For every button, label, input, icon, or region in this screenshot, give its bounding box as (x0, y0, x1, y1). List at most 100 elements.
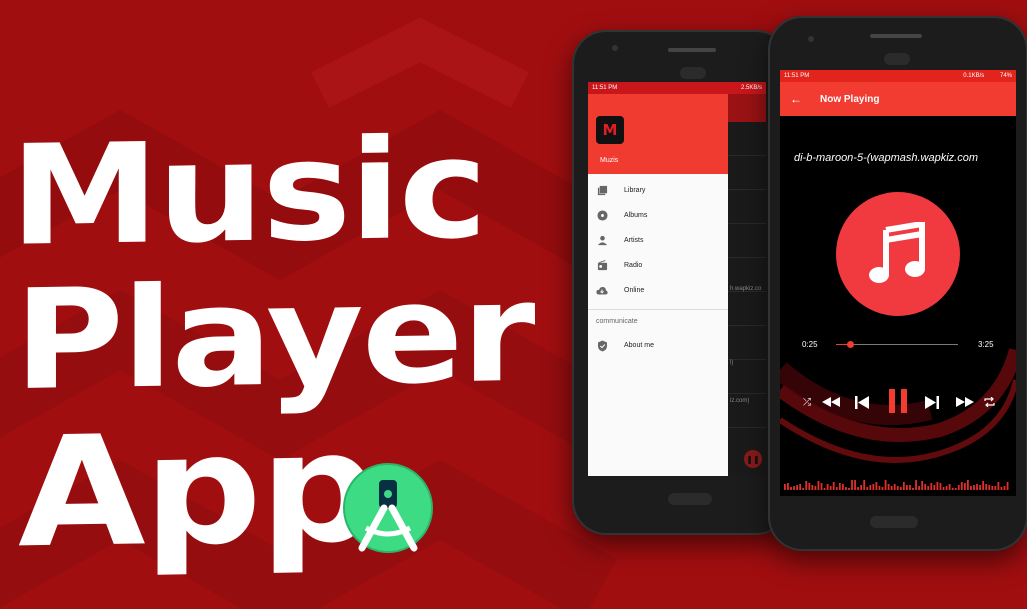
visualizer-bar (985, 484, 988, 490)
visualizer-bar (820, 483, 823, 490)
visualizer-bar (829, 486, 832, 490)
visualizer-bar (823, 488, 826, 490)
rewind-icon[interactable] (820, 393, 842, 411)
navigation-drawer: M Muzis Library Albums Artists Radio Onl… (588, 94, 728, 476)
visualizer-bar (963, 483, 966, 490)
song-title: di-b-maroon-5-(wapmash.wapkiz.com (794, 152, 979, 164)
status-time: 11:51 PM (784, 73, 810, 79)
back-arrow-icon[interactable]: ← (790, 92, 804, 106)
shuffle-icon[interactable]: ⤮ (800, 395, 814, 409)
title-word-app: App (18, 398, 376, 582)
visualizer-bar (793, 486, 795, 490)
visualizer-bar (875, 482, 878, 490)
visualizer-bar (841, 484, 844, 490)
visualizer-bar (994, 486, 997, 490)
drawer-item-label: Library (624, 187, 646, 194)
visualizer-bar (936, 482, 939, 490)
drawer-item-about[interactable]: About me (588, 333, 728, 358)
status-bar: 11:51 PM 2.5KB/s (588, 82, 766, 94)
library-music-icon (596, 185, 608, 197)
visualizer-bar (982, 481, 985, 490)
visualizer-bar (973, 485, 975, 490)
visualizer-bar (826, 484, 829, 490)
now-playing-toolbar: ← Now Playing (780, 82, 1016, 116)
behind-song-text: l) (730, 360, 734, 366)
visualizer-bar (967, 480, 969, 490)
status-time: 11:51 PM (592, 85, 618, 91)
repeat-icon[interactable] (982, 395, 996, 409)
radio-icon (596, 260, 608, 272)
skip-previous-icon[interactable] (852, 393, 872, 411)
total-duration: 3:25 (978, 340, 994, 349)
visualizer-bar (988, 485, 991, 490)
visualizer-bar (851, 480, 853, 490)
drawer-header: M Muzis (588, 94, 728, 174)
visualizer-bar (863, 480, 866, 490)
visualizer-bar (933, 485, 936, 490)
drawer-item-artists[interactable]: Artists (588, 228, 728, 253)
visualizer-bar (802, 488, 805, 490)
album-art (836, 192, 960, 316)
visualizer-bar (835, 487, 838, 490)
seek-bar[interactable] (836, 344, 958, 345)
visualizer-bar (814, 486, 817, 490)
shield-icon (596, 340, 608, 352)
behind-song-text: iz.com) (730, 398, 750, 404)
visualizer-bar (832, 482, 835, 490)
pause-button[interactable] (884, 388, 912, 414)
visualizer-bar (790, 487, 792, 490)
drawer-item-label: Radio (624, 262, 643, 269)
visualizer-bar (921, 481, 924, 490)
right-phone-earpiece (884, 53, 910, 65)
left-phone-screen: 11:51 PM 2.5KB/s h.wapkiz.co l) iz.com) … (588, 82, 766, 476)
left-phone-speaker (668, 48, 716, 52)
left-phone-camera (612, 45, 618, 51)
visualizer-bar (860, 485, 863, 490)
visualizer-bar (942, 487, 945, 490)
visualizer-bar (857, 487, 859, 490)
visualizer-bar (915, 480, 917, 490)
drawer-item-online[interactable]: Online (588, 278, 728, 303)
audio-visualizer (784, 480, 1009, 490)
visualizer-bar (997, 482, 1000, 490)
person-icon (596, 235, 608, 247)
visualizer-bar (909, 485, 911, 490)
drawer-item-radio[interactable]: Radio (588, 253, 728, 278)
visualizer-bar (954, 488, 957, 490)
visualizer-bar (960, 482, 963, 490)
visualizer-bar (817, 481, 820, 490)
drawer-item-label: Albums (624, 212, 648, 219)
visualizer-bar (854, 480, 856, 490)
visualizer-bar (872, 484, 875, 490)
drawer-item-albums[interactable]: Albums (588, 203, 728, 228)
drawer-item-label: Artists (624, 237, 644, 244)
mini-pause-button[interactable]: ❚❚ (744, 450, 762, 468)
visualizer-bar (927, 486, 930, 490)
status-speed: 2.5KB/s (740, 85, 762, 91)
visualizer-bar (899, 487, 902, 490)
skip-next-icon[interactable] (922, 393, 942, 411)
status-battery: 74% (999, 73, 1012, 79)
visualizer-bar (945, 486, 948, 490)
drawer-item-library[interactable]: Library (588, 178, 728, 203)
visualizer-bar (787, 483, 789, 490)
visualizer-bar (805, 481, 808, 490)
elapsed-time: 0:25 (802, 340, 818, 349)
toolbar-title: Now Playing (820, 93, 880, 105)
right-phone-screen: 11:51 PM 0.1KB/s 74% ← Now Playing di-b-… (780, 70, 1016, 496)
visualizer-bar (893, 484, 896, 490)
behind-song-list (728, 94, 766, 476)
drawer-item-label: About me (624, 342, 654, 349)
visualizer-bar (930, 483, 933, 490)
visualizer-bar (866, 487, 869, 490)
drawer-section-title: communicate (596, 318, 638, 325)
visualizer-bar (884, 480, 887, 490)
app-name: Muzis (600, 157, 619, 164)
visualizer-bar (979, 485, 981, 490)
visualizer-bar (784, 484, 786, 490)
left-phone-earpiece (680, 67, 706, 79)
fast-forward-icon[interactable] (954, 393, 976, 411)
right-phone-speaker (870, 34, 922, 38)
visualizer-bar (970, 486, 972, 490)
drawer-item-label: Online (624, 287, 645, 294)
